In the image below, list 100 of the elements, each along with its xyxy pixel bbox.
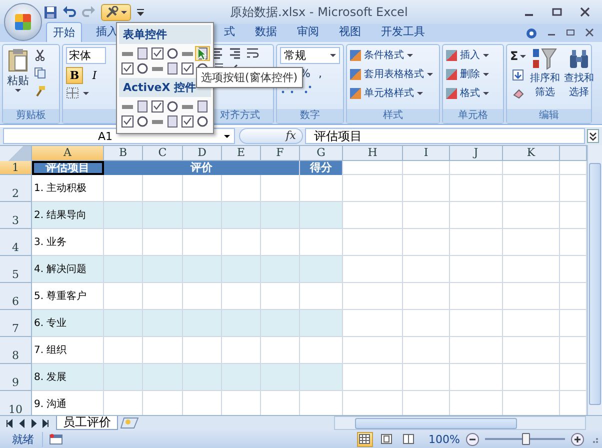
controls-button[interactable] bbox=[101, 4, 131, 20]
record-macro-icon[interactable] bbox=[49, 433, 63, 445]
table-cell[interactable] bbox=[343, 229, 403, 256]
table-cell[interactable] bbox=[450, 202, 503, 229]
control-tool-icon[interactable] bbox=[166, 115, 179, 128]
sheet-navigation-icon[interactable] bbox=[6, 418, 50, 428]
fill-icon[interactable] bbox=[512, 69, 524, 81]
table-cell[interactable] bbox=[403, 229, 450, 256]
row-header[interactable]: 1 bbox=[0, 161, 32, 175]
zoom-in-icon[interactable] bbox=[571, 432, 584, 446]
align-right-icon[interactable] bbox=[228, 47, 242, 59]
insert-function-button[interactable]: fx bbox=[286, 129, 296, 143]
close-icon[interactable] bbox=[580, 7, 590, 17]
table-cell[interactable] bbox=[450, 310, 503, 337]
expand-icon[interactable] bbox=[587, 129, 599, 143]
table-cell[interactable]: 8. 发展 bbox=[32, 364, 104, 391]
control-tool-icon[interactable] bbox=[196, 100, 209, 113]
ribbon-tab[interactable]: 数据 bbox=[249, 22, 283, 42]
table-cell[interactable] bbox=[222, 202, 261, 229]
table-cell[interactable] bbox=[503, 364, 560, 391]
control-tool-icon[interactable] bbox=[121, 62, 134, 75]
column-header[interactable]: J bbox=[450, 146, 503, 161]
find-select-button[interactable]: 查找和 选择 bbox=[564, 47, 594, 107]
table-cell[interactable] bbox=[183, 202, 222, 229]
column-header[interactable]: K bbox=[503, 146, 560, 161]
table-header-cell[interactable]: 评价 bbox=[104, 161, 300, 175]
table-cell[interactable] bbox=[343, 175, 403, 202]
view-button[interactable] bbox=[378, 432, 395, 446]
maximize-icon[interactable] bbox=[552, 7, 562, 17]
table-cell[interactable] bbox=[450, 337, 503, 364]
row-header[interactable]: 6 bbox=[0, 283, 32, 310]
table-cell[interactable] bbox=[343, 337, 403, 364]
table-cell[interactable] bbox=[143, 364, 183, 391]
zoom-level[interactable]: 100% bbox=[428, 432, 460, 446]
table-cell[interactable] bbox=[450, 283, 503, 310]
row-header[interactable]: 9 bbox=[0, 364, 32, 391]
control-tool-icon[interactable] bbox=[151, 47, 164, 60]
table-cell[interactable]: 4. 解决问题 bbox=[32, 256, 104, 283]
eraser-icon[interactable] bbox=[512, 87, 524, 99]
table-cell[interactable] bbox=[343, 202, 403, 229]
ribbon-tab[interactable]: 视图 bbox=[333, 22, 367, 42]
table-cell[interactable] bbox=[183, 256, 222, 283]
font-name-field[interactable]: 宋体 bbox=[66, 47, 106, 64]
italic-button[interactable]: I bbox=[87, 68, 102, 83]
copy-icon[interactable] bbox=[34, 67, 46, 79]
customize-caret-icon[interactable] bbox=[137, 8, 144, 16]
table-cell[interactable] bbox=[450, 175, 503, 202]
control-tool-icon[interactable] bbox=[196, 115, 209, 128]
ribbon-tab[interactable]: 审阅 bbox=[291, 22, 325, 42]
row-header[interactable]: 2 bbox=[0, 175, 32, 202]
control-tool-icon[interactable] bbox=[151, 100, 164, 113]
table-cell[interactable] bbox=[503, 229, 560, 256]
table-cell[interactable] bbox=[104, 256, 143, 283]
control-tool-icon[interactable] bbox=[136, 115, 149, 128]
format-painter-icon[interactable] bbox=[34, 85, 46, 97]
bold-button[interactable]: B bbox=[66, 67, 83, 84]
table-cell[interactable] bbox=[300, 202, 343, 229]
column-header[interactable]: H bbox=[343, 146, 403, 161]
table-cell[interactable] bbox=[403, 161, 450, 175]
table-cell[interactable] bbox=[183, 310, 222, 337]
table-cell[interactable] bbox=[503, 175, 560, 202]
view-button[interactable] bbox=[400, 432, 417, 446]
table-cell[interactable] bbox=[503, 283, 560, 310]
wrap-text-icon[interactable] bbox=[246, 47, 260, 59]
table-cell[interactable] bbox=[343, 161, 403, 175]
cells-menu-button[interactable]: 删除 bbox=[446, 66, 500, 82]
vertical-scrollbar[interactable] bbox=[587, 145, 602, 415]
table-cell[interactable]: 6. 专业 bbox=[32, 310, 104, 337]
table-header-cell[interactable]: 得分 bbox=[300, 161, 343, 175]
control-tool-icon[interactable] bbox=[136, 100, 149, 113]
table-cell[interactable] bbox=[143, 256, 183, 283]
table-cell[interactable] bbox=[403, 337, 450, 364]
table-cell[interactable] bbox=[104, 310, 143, 337]
row-header[interactable]: 7 bbox=[0, 310, 32, 337]
styles-menu-button[interactable]: 单元格样式 bbox=[350, 85, 436, 101]
cells-menu-button[interactable]: 插入 bbox=[446, 47, 500, 63]
table-cell[interactable] bbox=[261, 310, 300, 337]
table-cell[interactable] bbox=[343, 256, 403, 283]
table-cell[interactable] bbox=[300, 256, 343, 283]
table-cell[interactable] bbox=[104, 202, 143, 229]
table-cell[interactable] bbox=[450, 229, 503, 256]
styles-menu-button[interactable]: 套用表格格式 bbox=[350, 66, 436, 82]
table-cell[interactable] bbox=[503, 310, 560, 337]
sheet-tab[interactable]: 员工评价 bbox=[56, 416, 118, 430]
table-cell[interactable] bbox=[503, 202, 560, 229]
save-icon[interactable] bbox=[44, 6, 57, 18]
restore-icon[interactable] bbox=[566, 28, 575, 36]
office-button[interactable] bbox=[4, 3, 42, 41]
table-cell[interactable] bbox=[450, 161, 503, 175]
number-format-field[interactable]: 常规 bbox=[280, 47, 340, 64]
table-cell[interactable] bbox=[143, 202, 183, 229]
table-cell[interactable]: 2. 结果导向 bbox=[32, 202, 104, 229]
table-cell[interactable] bbox=[143, 310, 183, 337]
row-header[interactable]: 10 bbox=[0, 391, 32, 415]
control-tool-icon[interactable] bbox=[136, 62, 149, 75]
undo-icon[interactable] bbox=[63, 6, 76, 18]
insert-sheet-icon[interactable] bbox=[120, 417, 140, 429]
table-cell[interactable] bbox=[343, 283, 403, 310]
ribbon-tab[interactable]: 开始 bbox=[46, 22, 82, 42]
row-header[interactable]: 3 bbox=[0, 202, 32, 229]
